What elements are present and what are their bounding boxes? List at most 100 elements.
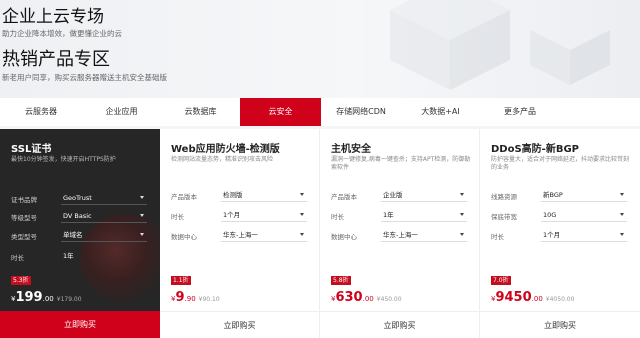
option-row: 产品版本 检测版 <box>171 188 309 202</box>
option-label: 时长 <box>171 213 184 221</box>
card-title: DDoS高防-新BGP <box>491 144 579 155</box>
price-decimal: .00 <box>42 295 54 303</box>
hero-title: 企业上云专场 <box>2 7 104 27</box>
price: ¥9.90 ¥90.10 <box>171 290 220 305</box>
chevron-down-icon <box>140 196 144 199</box>
price-decimal: .00 <box>531 295 543 303</box>
card-description: 漏洞一键修复,病毒一键查杀；支持APT检测，防御勒索软件 <box>331 156 471 171</box>
level-select[interactable]: DV Basic <box>61 209 147 223</box>
option-row: 线路资源 新BGP <box>491 188 629 202</box>
tab-more-products[interactable]: 更多产品 <box>480 98 560 126</box>
select-value: 1年 <box>383 211 394 219</box>
hero-subtitle: 助力企业降本增效，做更懂企业的云 <box>2 29 122 38</box>
select-value: 华东-上海一 <box>223 231 258 239</box>
discount-badge: 1.1折 <box>171 276 191 285</box>
chevron-down-icon <box>620 213 624 216</box>
option-row: 等级型号 DV Basic <box>11 209 149 223</box>
region-select[interactable]: 华东-上海一 <box>381 228 467 242</box>
card-title: 主机安全 <box>331 144 371 155</box>
option-label: 线路资源 <box>491 193 517 201</box>
option-label: 时长 <box>11 254 24 262</box>
buy-now-button[interactable]: 立即购买 <box>480 311 640 338</box>
select-value: 1个月 <box>543 231 561 239</box>
discount-badge: 5.3折 <box>11 276 31 285</box>
tab-cloud-security[interactable]: 云安全 <box>240 98 321 126</box>
hero-decoration-graphic <box>390 0 610 90</box>
original-price: ¥90.10 <box>198 296 220 303</box>
option-row: 时长 1年 <box>11 249 149 263</box>
select-value: 企业版 <box>383 191 403 199</box>
option-row: 时长 1个月 <box>491 228 629 242</box>
option-label: 类型型号 <box>11 233 37 241</box>
buy-now-button[interactable]: 立即购买 <box>160 311 319 338</box>
product-category-tabs: 云服务器 企业应用 云数据库 云安全 存储网络CDN 大数据+AI 更多产品 <box>0 98 640 126</box>
option-row: 时长 1个月 <box>171 208 309 222</box>
price-integer: 9450 <box>495 290 532 305</box>
select-value: 新BGP <box>543 191 563 199</box>
chevron-down-icon <box>460 233 464 236</box>
card-title: Web应用防火墙-检测版 <box>171 144 280 155</box>
card-description: 检测网站流量态势，精准识别攻击风险 <box>171 156 274 163</box>
option-row: 保底带宽 10G <box>491 208 629 222</box>
option-row: 时长 1年 <box>331 208 469 222</box>
tab-bigdata-ai[interactable]: 大数据+AI <box>401 98 480 126</box>
card-title: SSL证书 <box>11 144 52 155</box>
region-select[interactable]: 华东-上海一 <box>221 228 307 242</box>
product-card-host-security: 主机安全 漏洞一键修复,病毒一键查杀；支持APT检测，防御勒索软件 产品版本 企… <box>320 129 480 338</box>
type-select[interactable]: 单域名 <box>61 228 147 242</box>
line-select[interactable]: 新BGP <box>541 188 627 202</box>
select-value: 单域名 <box>63 231 83 239</box>
product-card-ddos: DDoS高防-新BGP 防护容量大，适合对于网络延迟，抖动要求比较苛刻的业务 线… <box>480 129 640 338</box>
tab-enterprise-apps[interactable]: 企业应用 <box>82 98 161 126</box>
product-card-waf: Web应用防火墙-检测版 检测网站流量态势，精准识别攻击风险 产品版本 检测版 … <box>160 129 320 338</box>
option-label: 保底带宽 <box>491 213 517 221</box>
version-select[interactable]: 企业版 <box>381 188 467 202</box>
buy-now-button[interactable]: 立即购买 <box>320 311 479 338</box>
card-description: 防护容量大，适合对于网络延迟，抖动要求比较苛刻的业务 <box>491 156 630 171</box>
duration-value[interactable]: 1年 <box>61 249 147 263</box>
discount-badge: 5.8折 <box>331 276 351 285</box>
select-value: GeoTrust <box>63 194 92 202</box>
original-price: ¥450.00 <box>376 296 402 303</box>
option-label: 时长 <box>491 233 504 241</box>
price: ¥630.00 ¥450.00 <box>331 290 402 305</box>
price-integer: 630 <box>335 290 363 305</box>
section-title: 热销产品专区 <box>2 49 110 70</box>
chevron-down-icon <box>460 193 464 196</box>
discount-badge: 7.0折 <box>491 276 511 285</box>
select-value: 1个月 <box>223 211 241 219</box>
original-price: ¥179.00 <box>56 296 82 303</box>
price-integer: 199 <box>15 290 43 305</box>
select-value: 华东-上海一 <box>383 231 418 239</box>
tab-cloud-database[interactable]: 云数据库 <box>161 98 240 126</box>
duration-select[interactable]: 1年 <box>381 208 467 222</box>
option-row: 数据中心 华东-上海一 <box>171 228 309 242</box>
option-label: 产品版本 <box>171 193 197 201</box>
chevron-down-icon <box>620 193 624 196</box>
chevron-down-icon <box>300 233 304 236</box>
original-price: ¥4050.00 <box>545 296 575 303</box>
version-select[interactable]: 检测版 <box>221 188 307 202</box>
select-value: 10G <box>543 211 557 219</box>
tab-cloud-server[interactable]: 云服务器 <box>0 98 82 126</box>
bandwidth-select[interactable]: 10G <box>541 208 627 222</box>
buy-now-button[interactable]: 立即购买 <box>0 311 160 338</box>
duration-select[interactable]: 1个月 <box>541 228 627 242</box>
option-row: 证书品牌 GeoTrust <box>11 191 149 205</box>
select-value: 1年 <box>63 252 74 260</box>
duration-select[interactable]: 1个月 <box>221 208 307 222</box>
chevron-down-icon <box>140 214 144 217</box>
price: ¥9450.00 ¥4050.00 <box>491 290 574 305</box>
select-value: 检测版 <box>223 191 243 199</box>
option-label: 时长 <box>331 213 344 221</box>
chevron-down-icon <box>620 233 624 236</box>
option-label: 证书品牌 <box>11 196 37 204</box>
tab-storage-network-cdn[interactable]: 存储网络CDN <box>321 98 401 126</box>
chevron-down-icon <box>300 213 304 216</box>
price-decimal: .00 <box>362 295 374 303</box>
brand-select[interactable]: GeoTrust <box>61 191 147 205</box>
option-row: 产品版本 企业版 <box>331 188 469 202</box>
option-label: 数据中心 <box>331 233 357 241</box>
option-row: 数据中心 华东-上海一 <box>331 228 469 242</box>
chevron-down-icon <box>460 213 464 216</box>
